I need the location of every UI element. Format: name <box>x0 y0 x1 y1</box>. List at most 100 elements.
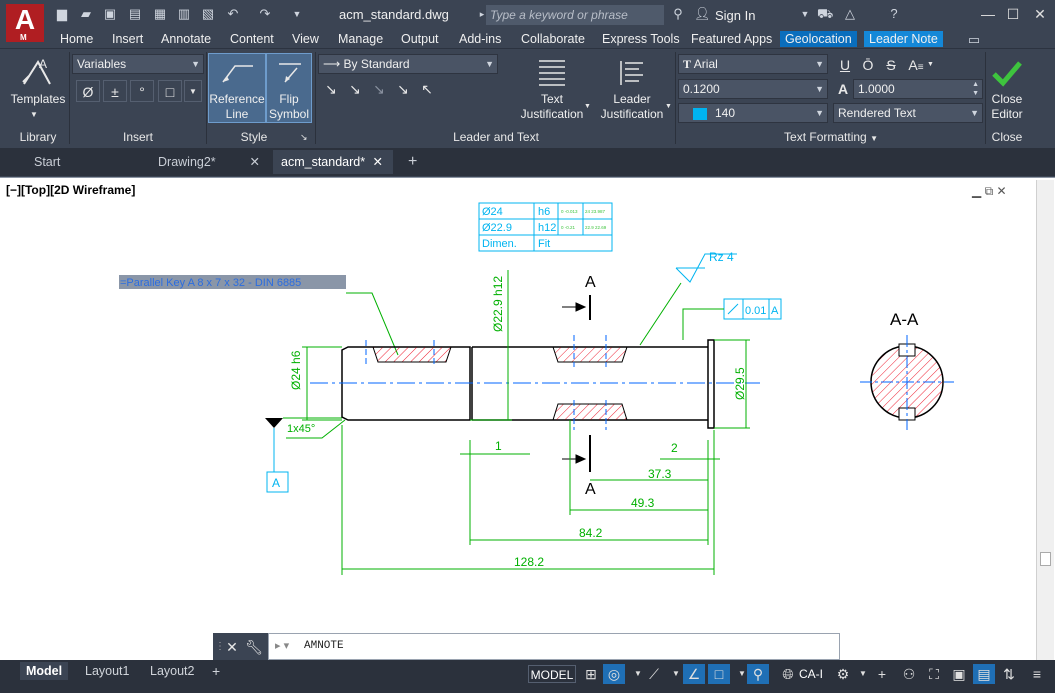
workspace-icon[interactable]: ⇅ <box>998 664 1020 684</box>
frame-dropdown-icon[interactable]: ▼ <box>184 80 202 102</box>
tab-home[interactable]: Home <box>55 31 98 47</box>
close-icon[interactable]: ✕ <box>224 636 240 658</box>
text-height-combo[interactable]: 0.1200 ▼ <box>678 79 828 99</box>
layout-tab-layout2[interactable]: Layout2 <box>144 662 200 680</box>
remove-leader-icon[interactable]: ↘ <box>344 78 366 100</box>
font-combo[interactable]: T Arial ▼ <box>678 54 828 74</box>
flip-symbol-button[interactable]: Flip Symbol <box>266 53 312 123</box>
command-line[interactable]: ▸ ▾ AMNOTE <box>268 633 840 660</box>
close-editor-label-1[interactable]: Close <box>986 92 1028 107</box>
help-icon[interactable]: ? <box>886 7 902 21</box>
object-snap-icon[interactable]: □ <box>708 664 730 684</box>
qat-dropdown-icon[interactable]: ▼ <box>289 7 305 21</box>
snap-icon[interactable]: ◎ <box>603 664 625 684</box>
color-combo[interactable]: 140 ▼ <box>678 103 828 123</box>
tab-manage[interactable]: Manage <box>333 31 388 47</box>
rendering-combo[interactable]: Rendered Text ▼ <box>833 103 983 123</box>
save-as-icon[interactable]: ▤ <box>127 7 143 21</box>
tab-leader-note[interactable]: Leader Note <box>864 31 943 47</box>
doc-tab-drawing2[interactable]: Drawing2* ✕ <box>150 150 268 174</box>
sign-in-link[interactable]: Sign In <box>715 8 755 23</box>
doc-tab-acm-standard[interactable]: acm_standard* ✕ <box>273 150 393 174</box>
maximize-button[interactable]: ☐ <box>1001 4 1025 24</box>
drawing-svg[interactable]: Ø24 h6 Ø22.9 h12 Dimen. Fit 0 -0.013 24 … <box>0 178 1036 633</box>
add-vertex-icon[interactable]: ↘ <box>368 78 390 100</box>
a360-icon[interactable]: △ <box>842 7 858 21</box>
spinner-icon[interactable]: ▲ ▼ <box>972 80 979 98</box>
case-dropdown-icon[interactable]: ▼ <box>927 54 934 76</box>
doc-tab-start[interactable]: Start <box>26 150 148 174</box>
templates-dropdown-icon[interactable]: ▼ <box>30 104 38 126</box>
tab-featured-apps[interactable]: Featured Apps <box>686 31 777 47</box>
add-layout-button[interactable]: + <box>206 662 226 680</box>
minimize-button[interactable]: — <box>976 4 1000 24</box>
leader-justification-icon[interactable] <box>617 57 647 87</box>
text-formatting-panel-label[interactable]: Text Formatting ▼ <box>678 130 984 144</box>
new-tab-button[interactable]: + <box>400 150 424 174</box>
tab-content[interactable]: Content <box>225 31 279 47</box>
open-icon[interactable]: ▰ <box>78 7 94 21</box>
reference-line-button[interactable]: Reference Line <box>208 53 266 123</box>
ortho-icon[interactable]: ⟋ <box>643 664 665 684</box>
customization-menu-icon[interactable]: ≡ <box>1026 664 1048 684</box>
width-factor-input[interactable]: 1.0000 ▲ ▼ <box>853 79 983 99</box>
degree-symbol-button[interactable]: ° <box>130 80 154 102</box>
tab-express-tools[interactable]: Express Tools <box>597 31 685 47</box>
new-icon[interactable]: ▆ <box>54 7 70 21</box>
layout-tab-model[interactable]: Model <box>20 662 69 680</box>
text-justification-dropdown-icon[interactable]: ▼ <box>584 96 591 118</box>
variables-combo[interactable]: Variables ▼ <box>72 54 204 74</box>
leader-justification-label-1[interactable]: Leader <box>592 92 672 107</box>
scrollbar-thumb[interactable] <box>1040 552 1051 566</box>
undo-icon[interactable]: ↶ <box>225 7 241 21</box>
ribbon-toggle-icon[interactable]: ▭ <box>966 33 982 47</box>
diameter-symbol-button[interactable]: Ø <box>76 80 100 102</box>
check-icon[interactable] <box>990 56 1024 90</box>
templates-icon[interactable]: A <box>20 54 54 88</box>
tab-insert[interactable]: Insert <box>107 31 148 47</box>
tab-geolocation[interactable]: Geolocation <box>780 31 857 47</box>
add-leader-icon[interactable]: ↘ <box>320 78 342 100</box>
gear-icon[interactable]: ⚙ <box>832 664 854 684</box>
grid-icon[interactable]: ⊞ <box>580 664 602 684</box>
globe-icon[interactable]: 🌐︎ <box>777 664 799 684</box>
close-icon[interactable]: ✕ <box>250 150 260 174</box>
leader-note-text[interactable]: =Parallel Key A 8 x 7 x 32 - DIN 6885 <box>120 277 301 289</box>
standard-combo[interactable]: ⟶ By Standard ▼ <box>318 54 498 74</box>
plus-minus-symbol-button[interactable]: ± <box>103 80 127 102</box>
clean-screen-icon[interactable]: ▤ <box>973 664 995 684</box>
layout-tab-layout1[interactable]: Layout1 <box>79 662 135 680</box>
tab-collaborate[interactable]: Collaborate <box>516 31 590 47</box>
tab-add-ins[interactable]: Add-ins <box>454 31 506 47</box>
close-window-button[interactable]: ✕ <box>1028 4 1052 24</box>
frame-button[interactable]: □ <box>158 80 182 102</box>
plot-icon[interactable]: ▧ <box>200 7 216 21</box>
coordinate-system[interactable]: CA-I <box>799 664 823 684</box>
vertical-scrollbar[interactable] <box>1036 180 1054 660</box>
search-input[interactable]: Type a keyword or phrase <box>486 5 664 25</box>
close-icon[interactable]: ✕ <box>373 150 383 174</box>
case-button[interactable]: A≡ <box>906 54 926 79</box>
tab-annotate[interactable]: Annotate <box>156 31 216 47</box>
location-icon[interactable]: ⚲ <box>747 664 769 684</box>
overline-button[interactable]: Ō <box>859 54 877 76</box>
command-input[interactable]: AMNOTE <box>304 640 344 652</box>
tab-output[interactable]: Output <box>396 31 444 47</box>
strikethrough-button[interactable]: S <box>882 54 900 76</box>
attach-leader-icon[interactable]: ↖ <box>416 78 438 100</box>
leader-justification-dropdown-icon[interactable]: ▼ <box>665 96 672 118</box>
text-justification-label-2[interactable]: Justification <box>512 107 592 122</box>
text-justification-icon[interactable] <box>537 57 567 87</box>
redo-icon[interactable]: ↷ <box>257 7 273 21</box>
cart-icon[interactable]: ⛟ <box>817 7 833 21</box>
binoculars-icon[interactable]: ⚲ <box>670 7 686 21</box>
model-space-toggle[interactable]: MODEL <box>528 665 576 683</box>
underline-button[interactable]: U <box>836 54 854 76</box>
style-dialog-launcher-icon[interactable]: ↘ <box>300 126 308 148</box>
isodraft-icon[interactable]: ∠ <box>683 664 705 684</box>
plus-icon[interactable]: + <box>871 664 893 684</box>
remove-vertex-icon[interactable]: ↘ <box>392 78 414 100</box>
tab-view[interactable]: View <box>287 31 324 47</box>
application-menu-button[interactable]: AM <box>6 4 44 42</box>
upload-icon[interactable]: ▥ <box>176 7 192 21</box>
